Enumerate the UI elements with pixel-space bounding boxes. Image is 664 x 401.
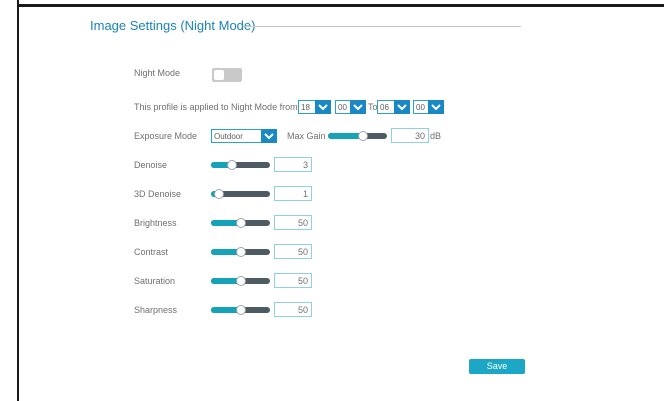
brightness-value-input[interactable]: 50 — [274, 215, 312, 230]
to-minute-value: 00 — [413, 100, 428, 114]
sharpness-value-input[interactable]: 50 — [274, 302, 312, 317]
max-gain-input[interactable]: 30 — [391, 128, 429, 143]
max-gain-unit: dB — [430, 131, 442, 141]
to-hour-select[interactable]: 06 — [377, 100, 410, 114]
from-hour-select[interactable]: 18 — [298, 100, 331, 114]
max-gain-label: Max Gain — [287, 131, 326, 141]
schedule-label: This profile is applied to Night Mode fr… — [134, 102, 298, 112]
slider-thumb[interactable] — [237, 306, 245, 314]
to-hour-value: 06 — [377, 100, 394, 114]
brightness-label: Brightness — [134, 218, 177, 228]
sharpness-label: Sharpness — [134, 305, 178, 315]
contrast-slider[interactable] — [211, 248, 270, 256]
chevron-down-icon — [394, 100, 410, 114]
max-gain-slider[interactable] — [328, 132, 387, 140]
contrast-label: Contrast — [134, 247, 169, 257]
denoise-slider[interactable] — [211, 161, 270, 169]
exposure-mode-select[interactable]: Outdoor — [211, 129, 277, 143]
frame-border-top — [17, 4, 664, 7]
slider-thumb[interactable] — [359, 132, 367, 140]
denoise-value-input[interactable]: 3 — [274, 157, 312, 172]
contrast-value-input[interactable]: 50 — [274, 244, 312, 259]
sharpness-slider[interactable] — [211, 306, 270, 314]
from-minute-value: 00 — [335, 100, 350, 114]
from-hour-value: 18 — [298, 100, 315, 114]
saturation-slider[interactable] — [211, 277, 270, 285]
3d-denoise-label: 3D Denoise — [134, 189, 182, 199]
toggle-knob — [214, 70, 224, 80]
slider-thumb[interactable] — [237, 248, 245, 256]
chevron-down-icon — [261, 129, 277, 143]
page-frame — [0, 0, 664, 401]
saturation-label: Saturation — [134, 276, 176, 286]
night-mode-label: Night Mode — [134, 68, 181, 78]
chevron-down-icon — [315, 100, 331, 114]
3d-denoise-slider[interactable] — [211, 190, 270, 198]
chevron-down-icon — [428, 100, 444, 114]
slider-thumb[interactable] — [215, 190, 223, 198]
slider-thumb[interactable] — [228, 161, 236, 169]
denoise-label: Denoise — [134, 160, 168, 170]
exposure-mode-value: Outdoor — [211, 129, 261, 143]
chevron-down-icon — [350, 100, 366, 114]
to-minute-select[interactable]: 00 — [413, 100, 444, 114]
slider-fill — [328, 133, 363, 139]
slider-thumb[interactable] — [237, 277, 245, 285]
section-title: Image Settings (Night Mode) — [90, 18, 256, 33]
night-mode-toggle[interactable] — [212, 68, 242, 82]
slider-thumb[interactable] — [237, 219, 245, 227]
exposure-mode-label: Exposure Mode — [134, 131, 198, 141]
from-minute-select[interactable]: 00 — [335, 100, 366, 114]
frame-border-left — [17, 0, 19, 401]
saturation-value-input[interactable]: 50 — [274, 273, 312, 288]
brightness-slider[interactable] — [211, 219, 270, 227]
section-divider — [243, 26, 521, 27]
save-button[interactable]: Save — [469, 359, 525, 374]
3d-denoise-value-input[interactable]: 1 — [274, 186, 312, 201]
